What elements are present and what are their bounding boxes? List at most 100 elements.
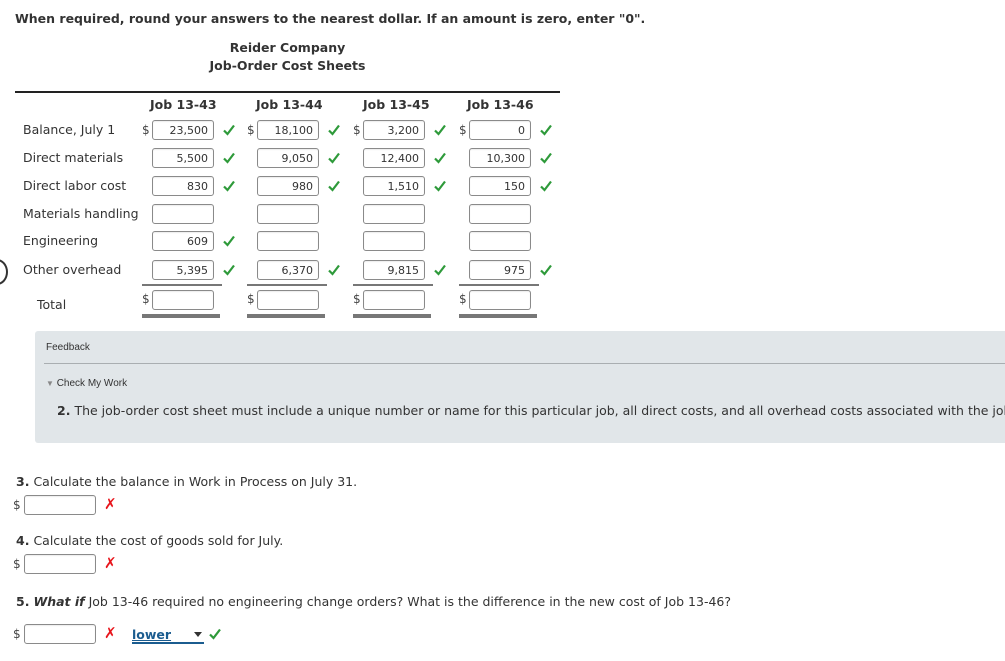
triangle-down-icon: ▼ [46, 379, 54, 388]
total-double-rule [459, 314, 537, 318]
correct-check-icon [223, 124, 235, 136]
amount-input[interactable] [257, 176, 319, 196]
dollar-sign: $ [353, 123, 361, 137]
dollar-sign: $ [459, 292, 467, 306]
correct-check-icon [328, 152, 340, 164]
amount-input[interactable] [469, 231, 531, 251]
amount-input[interactable] [363, 231, 425, 251]
total-double-rule [142, 314, 220, 318]
dollar-sign: $ [247, 292, 255, 306]
row-label: Other overhead [23, 262, 122, 277]
correct-check-icon [328, 124, 340, 136]
row-label: Materials handling [23, 206, 139, 221]
row-label: Balance, July 1 [23, 122, 116, 137]
company-name: Reider Company [229, 40, 346, 55]
difference-input[interactable] [24, 624, 96, 644]
amount-input[interactable] [469, 148, 531, 168]
amount-input[interactable] [469, 176, 531, 196]
check-my-work-label: Check My Work [56, 378, 128, 389]
subtotal-rule [459, 284, 539, 286]
total-input[interactable] [152, 290, 214, 310]
question-5-emphasis: What if [33, 594, 85, 609]
question-4-text: Calculate the cost of goods sold for Jul… [33, 533, 284, 548]
question-5: 5. What if Job 13-46 required no enginee… [16, 594, 731, 609]
correct-check-icon [223, 152, 235, 164]
correct-check-icon [540, 152, 552, 164]
correct-check-icon [434, 152, 446, 164]
amount-input[interactable] [469, 204, 531, 224]
column-header: Job 13-46 [467, 97, 534, 112]
incorrect-x-icon: ✗ [104, 495, 117, 513]
sheet-title: Job-Order Cost Sheets [209, 58, 366, 73]
check-my-work-toggle[interactable]: ▼ Check My Work [46, 378, 127, 389]
amount-input[interactable] [363, 148, 425, 168]
dollar-sign: $ [459, 123, 467, 137]
correct-check-icon [540, 124, 552, 136]
incorrect-x-icon: ✗ [104, 624, 117, 642]
dollar-sign: $ [13, 627, 21, 641]
cogs-input[interactable] [24, 554, 96, 574]
correct-check-icon [434, 264, 446, 276]
direction-select-value: lower [132, 627, 172, 642]
feedback-divider [44, 363, 1005, 364]
sheet-heading: Reider Company Job-Order Cost Sheets [0, 39, 575, 75]
question-4-number: 4. [16, 533, 30, 548]
dollar-sign: $ [142, 123, 150, 137]
dollar-sign: $ [13, 557, 21, 571]
question-3-number: 3. [16, 474, 30, 489]
chevron-down-icon [194, 632, 202, 637]
row-label: Engineering [23, 233, 98, 248]
feedback-text: 2. The job-order cost sheet must include… [57, 403, 1005, 418]
total-label: Total [37, 297, 67, 312]
correct-check-icon [223, 180, 235, 192]
correct-check-icon [223, 264, 235, 276]
amount-input[interactable] [363, 176, 425, 196]
question-5-text: Job 13-46 required no engineering change… [88, 594, 731, 609]
direction-select[interactable]: lower [132, 627, 204, 644]
column-header: Job 13-44 [256, 97, 323, 112]
dollar-sign: $ [353, 292, 361, 306]
instructions: When required, round your answers to the… [15, 11, 646, 26]
amount-input[interactable] [152, 120, 214, 140]
amount-input[interactable] [469, 120, 531, 140]
correct-check-icon [434, 124, 446, 136]
total-input[interactable] [363, 290, 425, 310]
total-input[interactable] [469, 290, 531, 310]
total-input[interactable] [257, 290, 319, 310]
dollar-sign: $ [247, 123, 255, 137]
subtotal-rule [353, 284, 433, 286]
feedback-title: Feedback [46, 342, 90, 353]
correct-check-icon [434, 180, 446, 192]
amount-input[interactable] [363, 120, 425, 140]
total-double-rule [247, 314, 325, 318]
amount-input[interactable] [257, 120, 319, 140]
amount-input[interactable] [152, 204, 214, 224]
partial-circle-decoration [0, 259, 8, 285]
feedback-number: 2. [57, 403, 71, 418]
amount-input[interactable] [152, 231, 214, 251]
subtotal-rule [142, 284, 222, 286]
correct-check-icon [540, 264, 552, 276]
wip-balance-input[interactable] [24, 495, 96, 515]
correct-check-icon [209, 628, 221, 640]
question-5-number: 5. [16, 594, 30, 609]
amount-input[interactable] [257, 204, 319, 224]
correct-check-icon [540, 180, 552, 192]
dollar-sign: $ [13, 498, 21, 512]
table-top-rule [15, 91, 560, 93]
amount-input[interactable] [257, 148, 319, 168]
amount-input[interactable] [469, 260, 531, 280]
subtotal-rule [247, 284, 327, 286]
row-label: Direct labor cost [23, 178, 127, 193]
amount-input[interactable] [257, 260, 319, 280]
correct-check-icon [328, 180, 340, 192]
amount-input[interactable] [152, 260, 214, 280]
dollar-sign: $ [142, 292, 150, 306]
amount-input[interactable] [152, 148, 214, 168]
amount-input[interactable] [257, 231, 319, 251]
amount-input[interactable] [363, 260, 425, 280]
amount-input[interactable] [363, 204, 425, 224]
correct-check-icon [223, 235, 235, 247]
question-3-text: Calculate the balance in Work in Process… [33, 474, 358, 489]
amount-input[interactable] [152, 176, 214, 196]
